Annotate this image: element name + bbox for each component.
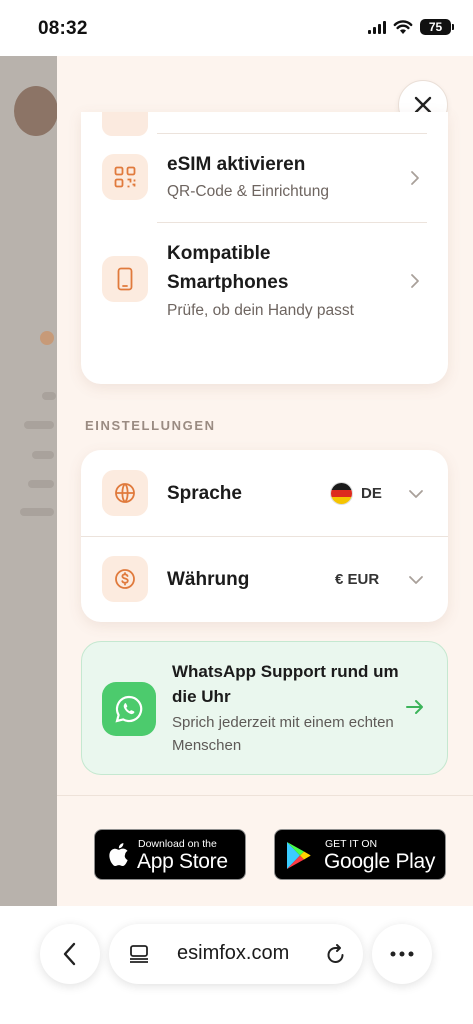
currency-label: Währung <box>167 569 250 590</box>
chevron-down-icon <box>409 490 423 498</box>
partial-menu-icon <box>102 112 148 136</box>
language-selector[interactable]: Sprache DE <box>81 450 448 536</box>
url-text: esimfox.com <box>177 942 290 964</box>
section-label-settings: EINSTELLUNGEN <box>85 418 216 433</box>
whatsapp-support-card[interactable]: WhatsApp Support rund um die Uhr Sprich … <box>81 641 448 775</box>
google-play-icon <box>287 842 311 869</box>
google-play-small-text: GET IT ON <box>325 838 378 850</box>
settings-card: Sprache DE Währung € EUR <box>81 450 448 622</box>
app-store-big-text: App Store <box>137 850 228 873</box>
smartphone-icon <box>102 256 148 302</box>
whatsapp-subtitle: Sprich jederzeit mit einem echten Mensch… <box>172 714 394 754</box>
page-menu-icon <box>130 945 148 963</box>
chevron-right-icon <box>411 274 419 288</box>
apple-icon <box>109 843 128 866</box>
menu-item-subtitle: Prüfe, ob dein Handy passt <box>167 302 354 319</box>
globe-icon <box>102 470 148 516</box>
battery-indicator: 75 <box>420 19 454 35</box>
dollar-coin-icon <box>102 556 148 602</box>
menu-item-subtitle: QR-Code & Einrichtung <box>167 183 329 200</box>
more-options-button[interactable] <box>372 924 432 984</box>
menu-drawer: eSIM aktivieren QR-Code & Einrichtung Ko… <box>57 56 473 906</box>
currency-selector[interactable]: Währung € EUR <box>81 537 448 622</box>
chevron-right-icon <box>411 171 419 185</box>
fox-logo-icon <box>14 86 58 136</box>
signal-icon <box>368 20 386 34</box>
qr-code-icon <box>102 154 148 200</box>
menu-item-title-line1: Kompatible <box>167 243 271 264</box>
arrow-right-icon <box>406 700 423 714</box>
language-value: DE <box>361 485 382 502</box>
google-play-button[interactable]: GET IT ON Google Play <box>274 829 446 880</box>
status-time: 08:32 <box>38 18 88 39</box>
wifi-icon <box>393 19 413 34</box>
reload-icon[interactable] <box>325 943 347 965</box>
whatsapp-icon <box>102 682 156 736</box>
app-store-button[interactable]: Download on the App Store <box>94 829 246 880</box>
menu-item-esim-activate[interactable]: eSIM aktivieren QR-Code & Einrichtung <box>81 134 448 222</box>
back-button[interactable] <box>40 924 100 984</box>
more-dots-icon <box>390 951 414 957</box>
menu-item-title: eSIM aktivieren <box>167 154 306 175</box>
germany-flag-icon <box>330 482 353 505</box>
address-bar[interactable]: esimfox.com <box>109 924 363 984</box>
status-bar: 08:32 75 <box>0 0 473 56</box>
menu-item-title-line2: Smartphones <box>167 272 289 293</box>
menu-item-compatible-phones[interactable]: Kompatible Smartphones Prüfe, ob dein Ha… <box>81 223 448 343</box>
browser-toolbar: esimfox.com <box>0 906 473 1024</box>
google-play-big-text: Google Play <box>324 850 436 873</box>
currency-value: € EUR <box>335 571 380 588</box>
app-store-small-text: Download on the <box>138 838 217 850</box>
chevron-left-icon <box>63 942 76 966</box>
menu-items-card: eSIM aktivieren QR-Code & Einrichtung Ko… <box>81 112 448 384</box>
whatsapp-title: WhatsApp Support rund um die Uhr <box>172 662 399 706</box>
chevron-down-icon <box>409 576 423 584</box>
status-icons: 75 <box>368 19 454 35</box>
language-label: Sprache <box>167 483 242 504</box>
